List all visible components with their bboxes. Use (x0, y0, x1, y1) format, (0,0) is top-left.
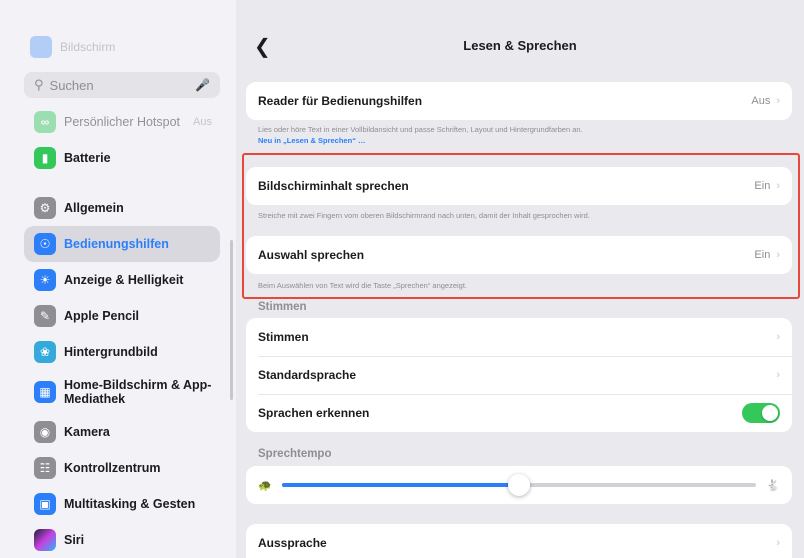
tortoise-icon: 🐢 (258, 479, 272, 492)
sidebar-item-label: Kontrollzentrum (64, 461, 161, 475)
row-label: Sprachen erkennen (258, 406, 370, 420)
search-icon: ⚲ (34, 77, 44, 92)
toggle-knob (762, 405, 778, 421)
sidebar-item-label: Multitasking & Gesten (64, 497, 196, 511)
battery-icon: ▮ (34, 147, 56, 169)
default-language-row[interactable]: Standardsprache › (246, 356, 792, 394)
sidebar-item-allgemein[interactable]: ⚙ Allgemein (24, 190, 220, 226)
sidebar-item-label: Bedienungshilfen (64, 237, 169, 251)
siri-icon (34, 529, 56, 551)
sidebar-item-anzeige[interactable]: ☀ Anzeige & Helligkeit (24, 262, 220, 298)
sidebar-item-kamera[interactable]: ◉ Kamera (24, 414, 220, 450)
chevron-right-icon: › (776, 537, 780, 549)
sidebar-item-label: Persönlicher Hotspot (64, 115, 181, 129)
chevron-right-icon: › (776, 331, 780, 343)
sidebar-item-kontrollzentrum[interactable]: ☷ Kontrollzentrum (24, 450, 220, 486)
sidebar-item-label: Anzeige & Helligkeit (64, 273, 184, 287)
sidebar-item-label: Kamera (64, 425, 110, 439)
sidebar-item-label: Bildschirm (60, 40, 116, 54)
detect-languages-row: Sprachen erkennen (246, 394, 792, 432)
sidebar-item-apple-pencil[interactable]: ✎ Apple Pencil (24, 298, 220, 334)
pencil-icon: ✎ (34, 305, 56, 327)
pronunciation-row[interactable]: Aussprache › (246, 524, 792, 558)
chevron-right-icon: › (776, 369, 780, 381)
highlight-box (242, 153, 800, 299)
accessibility-icon: ☉ (34, 233, 56, 255)
sidebar-item-faded-top[interactable]: Bildschirm (30, 36, 220, 58)
sidebar-item-hotspot[interactable]: ∞ Persönlicher Hotspot Aus (24, 104, 220, 140)
row-value: Aus (751, 95, 771, 107)
home-screen-icon: ▦ (34, 381, 56, 403)
footnote-text: Lies oder höre Text in einer Vollbildans… (258, 125, 583, 134)
camera-icon: ◉ (34, 421, 56, 443)
sidebar-item-value: Aus (193, 116, 212, 128)
sidebar: Bildschirm ⚲ Suchen 🎤 ∞ Persönlicher Hot… (0, 0, 236, 558)
slider-fill (281, 483, 519, 487)
section-header-sprechtempo: Sprechtempo (258, 448, 332, 460)
sidebar-item-siri[interactable]: Siri (24, 522, 220, 558)
display-icon (30, 36, 52, 58)
control-center-icon: ☷ (34, 457, 56, 479)
sidebar-item-label: Apple Pencil (64, 309, 140, 323)
search-placeholder: Suchen (49, 77, 94, 93)
hotspot-icon: ∞ (34, 111, 56, 133)
multitasking-icon: ▣ (34, 493, 56, 515)
speech-rate-slider[interactable] (281, 474, 757, 496)
sidebar-item-multitasking[interactable]: ▣ Multitasking & Gesten (24, 486, 220, 522)
row-label: Standardsprache (258, 368, 357, 382)
sidebar-scrollbar[interactable] (230, 240, 233, 400)
row-label: Stimmen (258, 330, 309, 344)
page-title: Lesen & Sprechen (463, 38, 577, 53)
sidebar-item-label: Siri (64, 533, 85, 547)
sidebar-item-label: Batterie (64, 151, 111, 165)
microphone-icon[interactable]: 🎤 (195, 78, 210, 92)
sidebar-item-label: Allgemein (64, 201, 124, 215)
sidebar-item-label: Hintergrundbild (64, 345, 158, 359)
reader-row[interactable]: Reader für Bedienungshilfen Aus › (246, 82, 792, 120)
brightness-icon: ☀ (34, 269, 56, 291)
voices-card: Stimmen › Standardsprache › Sprachen erk… (246, 318, 792, 432)
sidebar-item-home-bildschirm[interactable]: ▦ Home-Bildschirm & App-Mediathek (24, 370, 220, 414)
speech-rate-card: 🐢 🐇 (246, 466, 792, 504)
section-header-stimmen: Stimmen (258, 301, 307, 313)
sidebar-list: ∞ Persönlicher Hotspot Aus ▮ Batterie ⚙ … (24, 104, 220, 558)
sidebar-item-bedienungshilfen[interactable]: ☉ Bedienungshilfen (24, 226, 220, 262)
detect-languages-toggle[interactable] (742, 403, 780, 423)
chevron-right-icon: › (776, 95, 780, 107)
sidebar-item-hintergrundbild[interactable]: ❀ Hintergrundbild (24, 334, 220, 370)
voices-row[interactable]: Stimmen › (246, 318, 792, 356)
pronunciation-card: Aussprache › (246, 524, 792, 558)
reader-card: Reader für Bedienungshilfen Aus › (246, 82, 792, 120)
hare-icon: 🐇 (766, 479, 780, 492)
sidebar-item-label: Home-Bildschirm & App-Mediathek (64, 378, 212, 406)
gear-icon: ⚙ (34, 197, 56, 219)
wallpaper-icon: ❀ (34, 341, 56, 363)
slider-thumb[interactable] (508, 474, 530, 496)
row-label: Reader für Bedienungshilfen (258, 94, 423, 108)
whats-new-link[interactable]: Neu in „Lesen & Sprechen“ … (258, 135, 778, 146)
row-label: Aussprache (258, 536, 327, 550)
search-field[interactable]: ⚲ Suchen 🎤 (24, 72, 220, 98)
reader-footnote: Lies oder höre Text in einer Vollbildans… (258, 124, 778, 146)
sidebar-item-batterie[interactable]: ▮ Batterie (24, 140, 220, 176)
